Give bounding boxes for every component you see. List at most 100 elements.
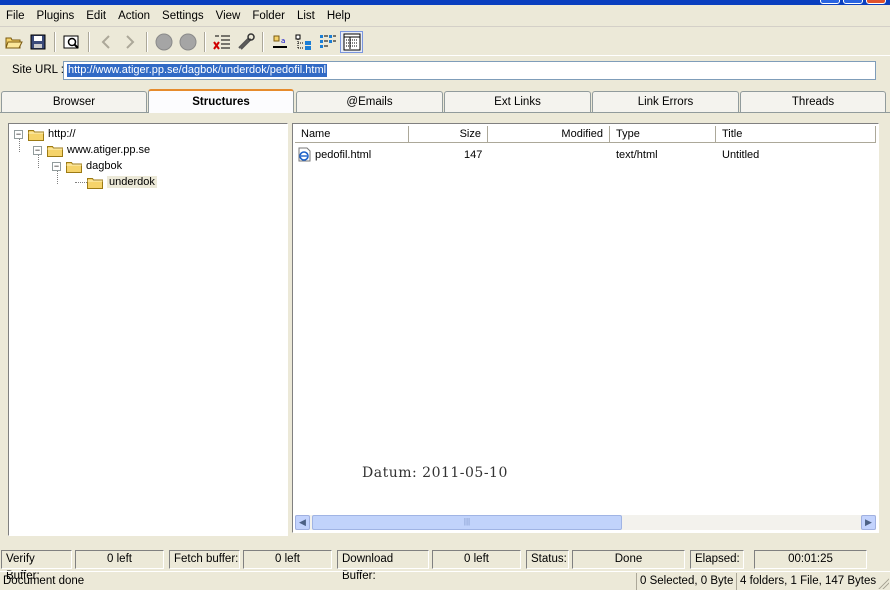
site-url-row: Site URL : http://www.atiger.pp.se/dagbo… xyxy=(0,58,890,84)
elapsed-value: 00:01:25 xyxy=(754,550,867,569)
wrench-icon xyxy=(237,32,255,50)
tab-emails[interactable]: @Emails xyxy=(296,91,443,112)
status-value: Done xyxy=(572,550,685,569)
menu-help[interactable]: Help xyxy=(321,5,357,27)
close-button[interactable] xyxy=(866,0,886,4)
details-view-button[interactable] xyxy=(340,30,363,53)
menu-action[interactable]: Action xyxy=(112,5,156,27)
verify-buffer-label: Verify Buffer: xyxy=(1,550,72,582)
open-folder-button[interactable] xyxy=(2,31,25,53)
column-header-modified[interactable]: Modified xyxy=(488,126,610,143)
menu-file[interactable]: File xyxy=(0,5,31,27)
download-buffer-value: 0 left xyxy=(432,550,521,569)
tree-label: http:// xyxy=(48,128,76,140)
tree-label: underdok xyxy=(107,176,157,188)
circle-icon xyxy=(179,33,196,50)
column-header-type[interactable]: Type xyxy=(610,126,716,143)
cell-title: Untitled xyxy=(722,149,760,161)
minimize-button[interactable] xyxy=(820,0,840,4)
menu-view[interactable]: View xyxy=(210,5,247,27)
folder-icon xyxy=(28,129,44,141)
cell-size: 147 xyxy=(464,149,483,161)
list-view-button[interactable] xyxy=(316,31,339,53)
tab-browser-label: Browser xyxy=(52,96,96,108)
maximize-button[interactable] xyxy=(843,0,863,4)
scrollbar-thumb[interactable]: ||| xyxy=(312,515,622,530)
tree-label: www.atiger.pp.se xyxy=(67,144,151,156)
fetch-buffer-value: 0 left xyxy=(243,550,332,569)
tree-view-button[interactable] xyxy=(292,31,315,53)
resize-grip-icon[interactable] xyxy=(877,577,889,589)
start-button[interactable] xyxy=(152,31,175,53)
menu-settings[interactable]: Settings xyxy=(156,5,210,27)
toolbar-separator xyxy=(146,31,148,52)
column-modified-label: Modified xyxy=(561,128,603,140)
folder-tree[interactable]: − http:// − www.atiger.pp.se − dagbok un… xyxy=(8,123,288,536)
buffer-status-row: Verify Buffer: 0 left Fetch buffer: 0 le… xyxy=(0,548,890,582)
file-summary: 4 folders, 1 File, 147 Bytes xyxy=(736,573,876,590)
site-url-value: http://www.atiger.pp.se/dagbok/underdok/… xyxy=(67,64,328,77)
folder-icon xyxy=(66,161,82,173)
toolbar-separator xyxy=(262,31,264,52)
delete-list-button[interactable] xyxy=(210,31,233,53)
menu-plugins[interactable]: Plugins xyxy=(31,5,81,27)
save-button[interactable] xyxy=(26,31,49,53)
collapse-icon[interactable]: − xyxy=(14,129,23,139)
tab-link-errors-label: Link Errors xyxy=(637,96,694,108)
column-header-name[interactable]: Name xyxy=(295,126,409,143)
preview-button[interactable] xyxy=(60,31,83,53)
status-label: Status: xyxy=(526,550,569,569)
tab-browser[interactable]: Browser xyxy=(1,91,147,112)
tab-ext-links[interactable]: Ext Links xyxy=(444,91,591,112)
list-view-icon xyxy=(319,34,336,48)
column-name-label: Name xyxy=(301,128,331,140)
elapsed-label: Elapsed: xyxy=(690,550,744,569)
tree-node-host[interactable]: − www.atiger.pp.se xyxy=(33,142,150,158)
horizontal-scrollbar[interactable]: ◀ ||| ▶ xyxy=(295,515,876,530)
tab-threads[interactable]: Threads xyxy=(740,91,886,112)
html-file-icon xyxy=(298,147,311,162)
details-view-icon xyxy=(343,33,360,50)
tab-baseline xyxy=(0,112,890,113)
tab-threads-label: Threads xyxy=(791,96,835,108)
toolbar-separator xyxy=(204,31,206,52)
column-header-size[interactable]: Size xyxy=(409,126,488,143)
tree-node-dagbok[interactable]: − dagbok xyxy=(52,158,122,174)
menu-folder[interactable]: Folder xyxy=(246,5,291,27)
tab-structures[interactable]: Structures xyxy=(148,89,294,113)
collapse-icon[interactable]: − xyxy=(52,161,61,171)
tab-structures-label: Structures xyxy=(192,96,250,108)
site-url-input[interactable]: http://www.atiger.pp.se/dagbok/underdok/… xyxy=(63,61,876,80)
column-title-label: Title xyxy=(722,128,743,140)
tab-emails-label: @Emails xyxy=(346,96,393,108)
menu-edit[interactable]: Edit xyxy=(80,5,112,27)
large-icons-button[interactable]: a xyxy=(268,31,291,53)
cell-type: text/html xyxy=(616,149,658,161)
download-buffer-label: Download Buffer: xyxy=(337,550,429,582)
tree-label: dagbok xyxy=(86,160,123,172)
back-button[interactable] xyxy=(94,31,117,53)
save-icon xyxy=(30,34,45,49)
verify-buffer-value: 0 left xyxy=(75,550,164,569)
large-icons-view-icon: a xyxy=(272,35,287,48)
scroll-left-icon[interactable]: ◀ xyxy=(295,515,310,530)
cell-name: pedofil.html xyxy=(315,149,372,161)
open-folder-icon xyxy=(4,37,23,48)
menu-list[interactable]: List xyxy=(291,5,321,27)
tree-line xyxy=(75,182,87,183)
tools-button[interactable] xyxy=(234,31,257,53)
scroll-right-icon[interactable]: ▶ xyxy=(861,515,876,530)
column-header-title[interactable]: Title xyxy=(716,126,876,143)
toolbar: a xyxy=(0,28,890,56)
fetch-buffer-label: Fetch buffer: xyxy=(169,550,240,569)
tab-link-errors[interactable]: Link Errors xyxy=(592,91,739,112)
tree-node-underdok[interactable]: underdok xyxy=(87,174,157,190)
collapse-icon[interactable]: − xyxy=(33,145,42,155)
site-url-label: Site URL : xyxy=(12,64,64,76)
magnifier-page-icon xyxy=(63,35,79,49)
stop-button[interactable] xyxy=(176,31,199,53)
forward-button[interactable] xyxy=(118,31,141,53)
column-size-label: Size xyxy=(459,128,481,140)
tree-node-root[interactable]: − http:// xyxy=(14,126,76,142)
arrow-left-icon xyxy=(101,34,110,49)
